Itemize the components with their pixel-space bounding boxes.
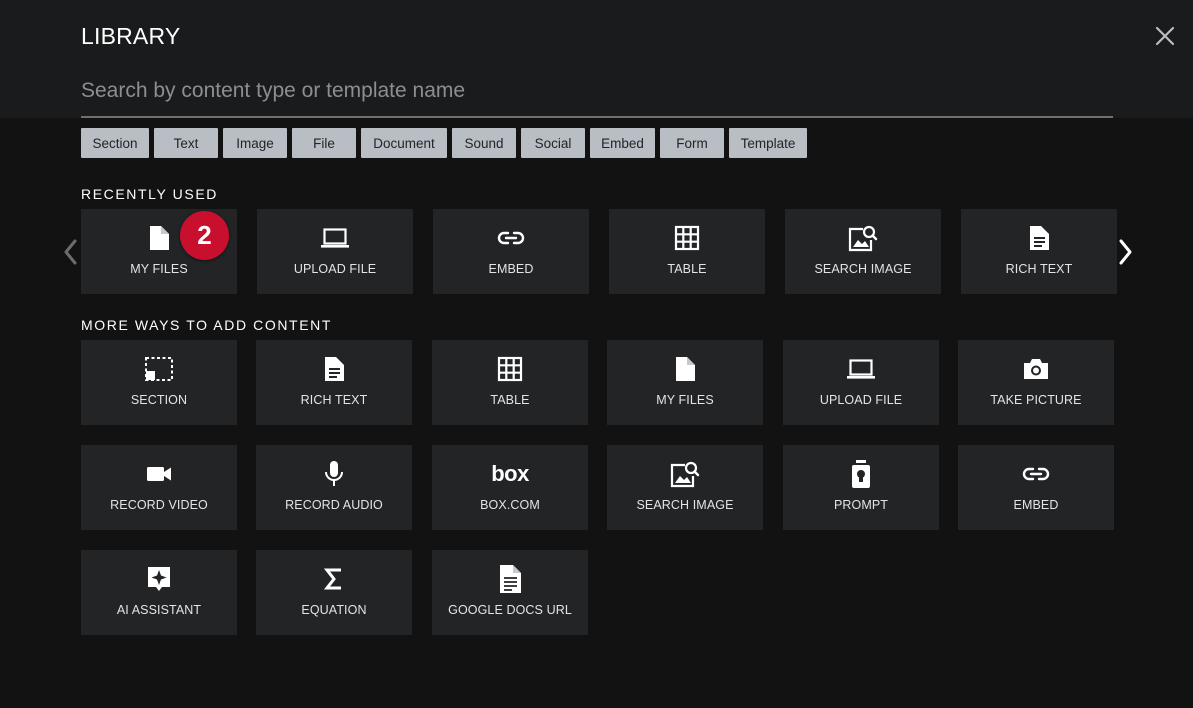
chevron-right-icon — [1119, 239, 1132, 265]
recent-tile-label: UPLOAD FILE — [293, 262, 377, 276]
filter-chips: Section Text Image File Document Sound S… — [81, 128, 807, 158]
recent-tile-rich-text[interactable]: RICH TEXT — [961, 209, 1117, 294]
filter-chip-image[interactable]: Image — [223, 128, 287, 158]
tile-embed[interactable]: EMBED — [958, 445, 1114, 530]
carousel-prev-button[interactable] — [60, 237, 82, 267]
tile-record-audio[interactable]: RECORD AUDIO — [256, 445, 412, 530]
document-icon — [325, 357, 344, 381]
tile-label: GOOGLE DOCS URL — [448, 603, 572, 617]
tile-google-docs-url[interactable]: GOOGLE DOCS URL — [432, 550, 588, 635]
recent-tile-label: EMBED — [488, 262, 534, 276]
search-input[interactable] — [81, 70, 1113, 118]
prompt-icon — [852, 460, 870, 488]
tile-label: SEARCH IMAGE — [636, 498, 734, 512]
microphone-icon — [325, 461, 343, 486]
tile-ai-assistant[interactable]: AI ASSISTANT — [81, 550, 237, 635]
close-icon — [1155, 26, 1175, 46]
tile-record-video[interactable]: RECORD VIDEO — [81, 445, 237, 530]
filter-chip-section[interactable]: Section — [81, 128, 149, 158]
tile-rich-text[interactable]: RICH TEXT — [256, 340, 412, 425]
recent-tile-label: SEARCH IMAGE — [814, 262, 912, 276]
video-camera-icon — [147, 467, 171, 481]
recent-tile-table[interactable]: TABLE — [609, 209, 765, 294]
filter-chip-file[interactable]: File — [292, 128, 356, 158]
tile-box-com[interactable]: box BOX.COM — [432, 445, 588, 530]
recent-tile-embed[interactable]: EMBED — [433, 209, 589, 294]
tile-label: EQUATION — [301, 603, 367, 617]
filter-chip-document[interactable]: Document — [361, 128, 447, 158]
tile-label: RECORD AUDIO — [285, 498, 383, 512]
tile-label: SECTION — [130, 393, 188, 407]
filter-chip-template[interactable]: Template — [729, 128, 807, 158]
tile-table[interactable]: TABLE — [432, 340, 588, 425]
ai-sparkle-icon — [148, 567, 170, 591]
tile-prompt[interactable]: PROMPT — [783, 445, 939, 530]
tile-label: MY FILES — [656, 393, 714, 407]
tile-take-picture[interactable]: TAKE PICTURE — [958, 340, 1114, 425]
camera-icon — [1024, 359, 1048, 379]
tile-equation[interactable]: EQUATION — [256, 550, 412, 635]
tile-label: AI ASSISTANT — [116, 603, 202, 617]
recent-tile-label: RICH TEXT — [1005, 262, 1073, 276]
link-icon — [1022, 467, 1050, 481]
laptop-icon — [321, 228, 349, 248]
filter-chip-social[interactable]: Social — [521, 128, 585, 158]
image-search-icon — [848, 225, 878, 252]
file-icon — [676, 357, 695, 381]
recent-tile-upload-file[interactable]: UPLOAD FILE — [257, 209, 413, 294]
recent-tile-label: TABLE — [667, 262, 707, 276]
document-icon — [1030, 226, 1049, 250]
table-icon — [497, 356, 523, 382]
more-ways-heading: MORE WAYS TO ADD CONTENT — [81, 317, 333, 333]
recent-tile-search-image[interactable]: SEARCH IMAGE — [785, 209, 941, 294]
tile-label: RICH TEXT — [300, 393, 368, 407]
filter-chip-form[interactable]: Form — [660, 128, 724, 158]
tile-label: BOX.COM — [480, 498, 540, 512]
table-icon — [674, 225, 700, 251]
library-header: LIBRARY — [0, 0, 1193, 118]
tile-section[interactable]: SECTION — [81, 340, 237, 425]
recently-used-heading: RECENTLY USED — [81, 186, 218, 202]
file-icon — [150, 226, 169, 250]
sigma-icon — [324, 568, 341, 590]
box-logo-icon: box — [491, 461, 529, 486]
tile-upload-file[interactable]: UPLOAD FILE — [783, 340, 939, 425]
image-search-icon — [670, 461, 700, 488]
step-badge: 2 — [180, 211, 229, 260]
tile-label: EMBED — [1013, 498, 1059, 512]
google-doc-icon — [500, 565, 521, 593]
filter-chip-sound[interactable]: Sound — [452, 128, 516, 158]
tile-label: UPLOAD FILE — [819, 393, 903, 407]
carousel-next-button[interactable] — [1114, 237, 1136, 267]
tile-my-files[interactable]: MY FILES — [607, 340, 763, 425]
section-icon — [145, 357, 173, 381]
link-icon — [497, 231, 525, 245]
laptop-icon — [847, 359, 875, 379]
library-title: LIBRARY — [81, 23, 181, 49]
filter-chip-text[interactable]: Text — [154, 128, 218, 158]
tile-label: TAKE PICTURE — [990, 393, 1082, 407]
tile-search-image[interactable]: SEARCH IMAGE — [607, 445, 763, 530]
close-button[interactable] — [1152, 23, 1178, 49]
tile-label: RECORD VIDEO — [110, 498, 208, 512]
tile-label: PROMPT — [833, 498, 889, 512]
chevron-left-icon — [64, 239, 77, 265]
filter-chip-embed[interactable]: Embed — [590, 128, 655, 158]
recent-tile-label: MY FILES — [130, 262, 188, 276]
tile-label: TABLE — [490, 393, 530, 407]
